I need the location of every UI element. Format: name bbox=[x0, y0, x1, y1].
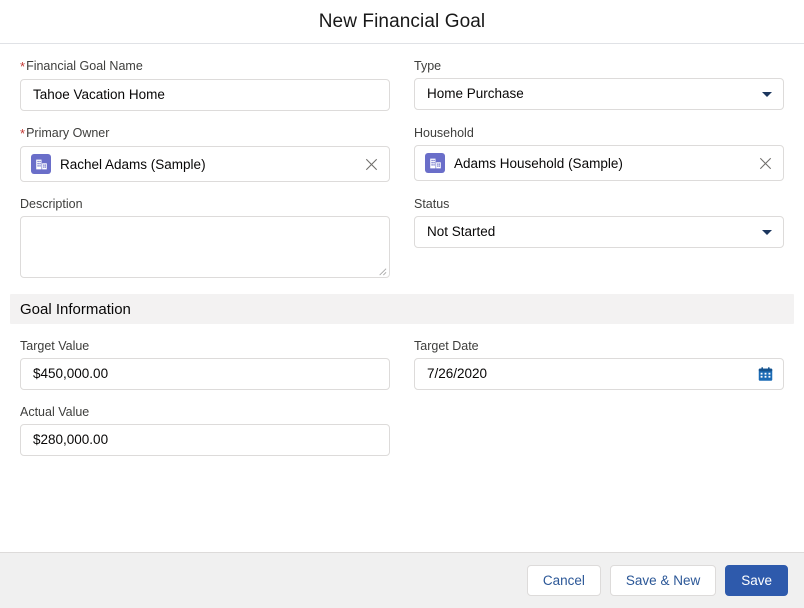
close-icon[interactable] bbox=[363, 156, 379, 172]
type-combobox[interactable]: Home Purchase bbox=[414, 78, 784, 110]
primary-owner-value: Rachel Adams (Sample) bbox=[60, 156, 206, 172]
field-target-date: Target Date 7/26/2020 bbox=[414, 338, 784, 390]
field-type: Type Home Purchase bbox=[414, 58, 784, 111]
cancel-button[interactable]: Cancel bbox=[526, 565, 601, 596]
field-actual-value: Actual Value $280,000.00 bbox=[20, 404, 390, 456]
modal-body: *Financial Goal Name Tahoe Vacation Home… bbox=[0, 44, 804, 552]
account-icon bbox=[31, 154, 51, 174]
household-value: Adams Household (Sample) bbox=[454, 155, 623, 171]
chevron-down-icon bbox=[762, 92, 772, 97]
required-marker: * bbox=[20, 59, 26, 74]
page-title: New Financial Goal bbox=[318, 10, 486, 32]
household-pill[interactable]: Adams Household (Sample) bbox=[423, 149, 625, 177]
calendar-icon[interactable] bbox=[758, 367, 773, 382]
modal-header: New Financial Goal bbox=[0, 0, 804, 44]
financial-goal-name-value: Tahoe Vacation Home bbox=[33, 87, 165, 103]
target-date-value: 7/26/2020 bbox=[427, 366, 488, 382]
label-target-value: Target Value bbox=[20, 339, 90, 353]
label-target-date: Target Date bbox=[414, 339, 479, 353]
field-description: Description bbox=[20, 196, 390, 278]
target-date-input[interactable]: 7/26/2020 bbox=[414, 358, 784, 390]
type-value: Home Purchase bbox=[427, 86, 524, 102]
section-title: Goal Information bbox=[20, 300, 131, 318]
label-primary-owner: *Primary Owner bbox=[20, 125, 390, 142]
label-household: Household bbox=[414, 126, 474, 140]
grid-spacer bbox=[414, 404, 784, 470]
label-status: Status bbox=[414, 197, 450, 211]
field-household: Household Adams Household (Sample) bbox=[414, 125, 784, 182]
field-primary-owner: *Primary Owner Rachel Adams (Sample) bbox=[20, 125, 390, 182]
target-value-input[interactable]: $450,000.00 bbox=[20, 358, 390, 390]
chevron-down-icon bbox=[762, 230, 772, 235]
section-header-goal-information: Goal Information bbox=[10, 294, 794, 324]
field-target-value: Target Value $450,000.00 bbox=[20, 338, 390, 390]
primary-owner-pill[interactable]: Rachel Adams (Sample) bbox=[29, 150, 208, 178]
label-text: Primary Owner bbox=[26, 126, 110, 140]
label-type: Type bbox=[414, 59, 442, 73]
actual-value-value: $280,000.00 bbox=[33, 432, 109, 448]
description-textarea[interactable] bbox=[20, 216, 390, 278]
goal-information-grid: Target Value $450,000.00 Target Date 7/2… bbox=[0, 324, 804, 470]
household-lookup[interactable]: Adams Household (Sample) bbox=[414, 145, 784, 181]
field-financial-goal-name: *Financial Goal Name Tahoe Vacation Home bbox=[20, 58, 390, 111]
target-value-value: $450,000.00 bbox=[33, 366, 109, 382]
resize-handle-icon[interactable] bbox=[376, 265, 387, 276]
close-icon[interactable] bbox=[757, 155, 773, 171]
financial-goal-name-input[interactable]: Tahoe Vacation Home bbox=[20, 79, 390, 111]
actual-value-input[interactable]: $280,000.00 bbox=[20, 424, 390, 456]
save-and-new-button[interactable]: Save & New bbox=[609, 565, 717, 596]
primary-owner-lookup[interactable]: Rachel Adams (Sample) bbox=[20, 146, 390, 182]
account-icon bbox=[425, 153, 445, 173]
required-marker: * bbox=[20, 126, 26, 141]
new-financial-goal-modal: New Financial Goal *Financial Goal Name … bbox=[0, 0, 804, 608]
modal-footer: Cancel Save & New Save bbox=[0, 552, 804, 608]
status-value: Not Started bbox=[427, 224, 496, 240]
label-actual-value: Actual Value bbox=[20, 405, 90, 419]
status-combobox[interactable]: Not Started bbox=[414, 216, 784, 248]
label-financial-goal-name: *Financial Goal Name bbox=[20, 58, 390, 75]
field-status: Status Not Started bbox=[414, 196, 784, 278]
label-description: Description bbox=[20, 197, 83, 211]
primary-form-grid: *Financial Goal Name Tahoe Vacation Home… bbox=[0, 44, 804, 292]
label-text: Financial Goal Name bbox=[26, 59, 143, 73]
save-button[interactable]: Save bbox=[725, 565, 788, 596]
